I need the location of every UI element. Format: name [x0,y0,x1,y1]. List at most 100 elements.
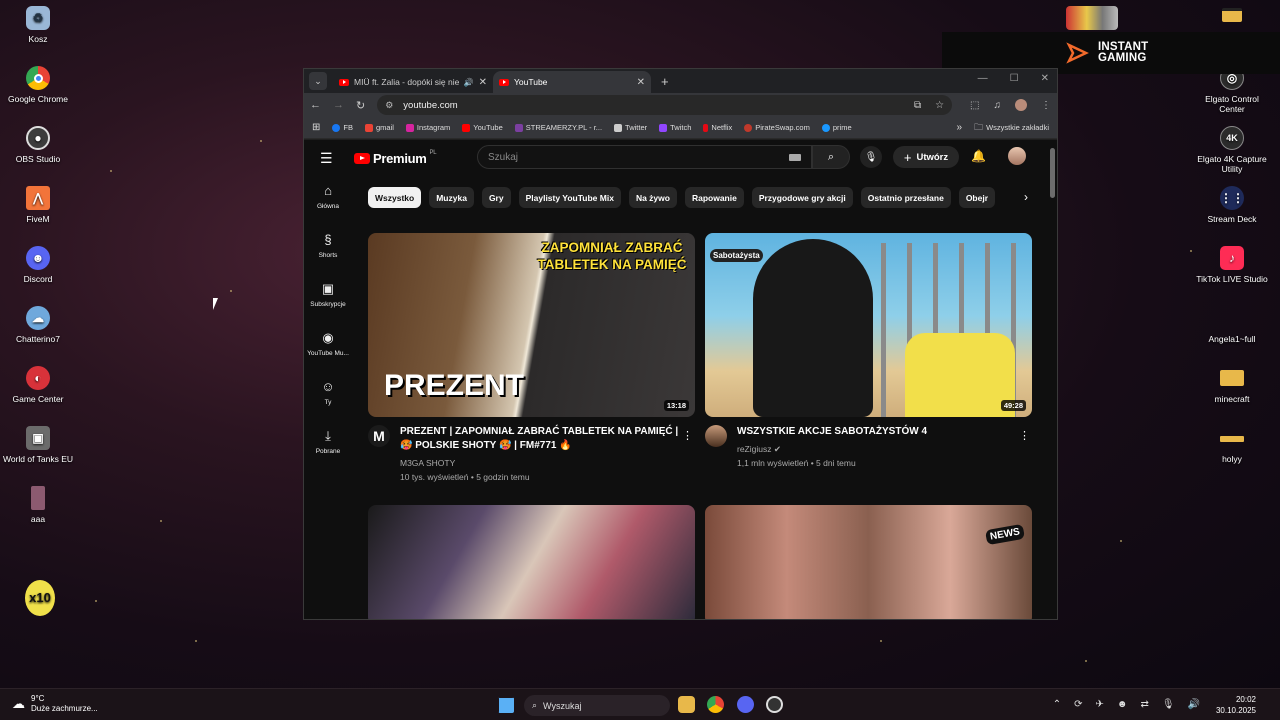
desktop-icon-angela[interactable]: Angela1~full [1194,306,1270,344]
desktop-icon-elgato-4k[interactable]: 4K Elgato 4K Capture Utility [1194,126,1270,174]
discord-tray-icon[interactable]: ☻ [1117,699,1128,710]
desktop-icon-chrome[interactable]: Google Chrome [0,66,76,104]
minimize-icon[interactable]: — [978,73,988,84]
tab-search-button[interactable]: ⌄ [309,72,327,90]
desktop-icon-holyy[interactable]: holyy [1194,426,1270,464]
create-button[interactable]: + Utwórz [893,146,959,168]
tray-expand-icon[interactable]: ⌃ [1053,699,1061,710]
bookmark-star-icon[interactable]: ☆ [935,100,944,111]
apps-grid-icon[interactable]: ⊞ [312,122,320,133]
clock[interactable]: 20:02 30.10.2025 [1216,694,1256,716]
maximize-icon[interactable]: ☐ [1010,73,1019,84]
desktop-icon-obs[interactable]: ● OBS Studio [0,126,76,164]
video-card[interactable]: Sabotażysta 49:28 WSZYSTKIE AKCJE SABOTA… [705,233,1032,470]
network-icon[interactable]: ⇄ [1140,699,1148,710]
chip-rap[interactable]: Rapowanie [684,187,744,208]
video-card[interactable] [368,505,695,619]
voice-search-button[interactable]: 🎙 [860,146,882,168]
chips-next-arrow-icon[interactable]: › [1024,190,1028,204]
desktop-icon-tiktok[interactable]: ♪ TikTok LIVE Studio [1194,246,1270,284]
search-button[interactable]: ⌕ [812,145,850,169]
chip-mix-playlists[interactable]: Playlisty YouTube Mix [518,187,621,208]
windows-start-icon[interactable] [498,697,514,713]
media-control-icon[interactable]: ♫ [994,100,1002,111]
pin-icon[interactable]: ✈ [1096,699,1104,710]
taskbar-search[interactable]: ⌕ Wyszukaj [524,695,670,716]
tab-miu[interactable]: MIÜ ft. Zalia - dopóki się nie... 🔊 ✕ [333,71,493,93]
microphone-icon[interactable]: 🎙 [1162,699,1175,710]
weather-widget[interactable]: ☁ 9°C Duże zachmurze... [12,694,98,714]
chip-live[interactable]: Na żywo [628,187,677,208]
file-explorer-icon[interactable] [678,696,695,713]
menu-hamburger-icon[interactable]: ☰ [320,150,340,167]
sidebar-item-shorts[interactable]: § Shorts [304,225,352,274]
desktop-icon-cards[interactable] [1066,6,1118,30]
chip-all[interactable]: Wszystko [368,187,422,208]
all-bookmarks-folder[interactable]: 🗀 Wszystkie zakładki [974,120,1049,136]
desktop-icon-x10[interactable]: x10 [2,580,78,620]
desktop-icon-chatterino[interactable]: ☁ Chatterino7 [0,306,76,344]
keyboard-icon[interactable] [789,153,801,161]
forward-icon[interactable]: → [333,99,344,111]
video-title[interactable]: PREZENT | ZAPOMNIAŁ ZABRAĆ TABLETEK NA P… [400,425,680,453]
channel-name[interactable]: reZigiusz ✔ [737,442,1017,456]
sidebar-item-you[interactable]: ☺ Ty [304,372,352,421]
video-thumbnail[interactable]: ZAPOMNIAŁ ZABRAĆ TABLETEK NA PAMIĘĆ PREZ… [368,233,695,417]
sidebar-item-subscriptions[interactable]: ▣ Subskrypcje [304,274,352,323]
video-card[interactable]: ZAPOMNIAŁ ZABRAĆ TABLETEK NA PAMIĘĆ PREZ… [368,233,695,484]
desktop-icon-wot[interactable]: ▣ World of Tanks EU [0,426,76,464]
sidebar-item-youtube-music[interactable]: ◉ YouTube Mu... [304,323,352,372]
bookmark-gmail[interactable]: gmail [364,123,394,132]
bookmark-fb[interactable]: FB [332,123,353,132]
close-window-icon[interactable]: ✕ [1041,73,1049,84]
search-input[interactable]: Szukaj [477,145,812,169]
back-icon[interactable]: ← [310,99,321,111]
desktop-icon-kosz[interactable]: ♻ Kosz [0,6,76,44]
video-card[interactable]: NEWS [705,505,1032,619]
account-avatar[interactable] [1008,147,1026,165]
channel-avatar[interactable]: M [368,425,390,447]
new-tab-button[interactable]: + [661,74,669,89]
desktop-icon-minecraft[interactable]: minecraft [1194,366,1270,404]
bookmark-streamerzy[interactable]: STREAMERZY.PL - r... [514,123,602,132]
bookmark-twitter[interactable]: Twitter [614,123,647,132]
speaker-icon[interactable]: 🔊 [464,78,474,87]
bookmark-pirateswap[interactable]: PirateSwap.com [744,123,810,132]
video-options-icon[interactable]: ⋮ [1019,429,1030,442]
browser-menu-icon[interactable]: ⋮ [1041,100,1051,111]
desktop-icon-stream-deck[interactable]: ⋮⋮ Stream Deck [1194,186,1270,224]
video-thumbnail[interactable]: Sabotażysta 49:28 [705,233,1032,417]
channel-avatar[interactable] [705,425,727,447]
channel-name[interactable]: M3GA SHOTY [400,456,680,470]
tab-youtube[interactable]: YouTube ✕ [493,71,651,93]
sync-icon[interactable]: ⟳ [1074,699,1082,710]
bookmark-instagram[interactable]: Instagram [405,123,450,132]
discord-taskbar-icon[interactable] [737,696,754,713]
chip-music[interactable]: Muzyka [429,187,474,208]
desktop-icon-aaa[interactable]: aaa [0,486,76,524]
video-thumbnail[interactable] [368,505,695,619]
desktop-icon-game-center[interactable]: ◐ Game Center [0,366,76,404]
speaker-icon[interactable]: 🔊 [1188,699,1200,710]
page-scrollbar[interactable] [1050,148,1055,198]
sidebar-item-home[interactable]: ⌂ Główna [304,176,352,225]
site-info-icon[interactable]: ⚙ [385,100,393,111]
extensions-icon[interactable]: ⬚ [970,100,979,111]
obs-taskbar-icon[interactable] [766,696,783,713]
video-thumbnail[interactable]: NEWS [705,505,1032,619]
desktop-folder-top[interactable] [1222,8,1242,22]
chip-watched[interactable]: Obejr [958,187,995,208]
more-bookmarks-icon[interactable]: » [956,122,962,133]
address-bar[interactable]: ⚙ youtube.com ⧉ ☆ [377,95,953,115]
profile-avatar[interactable] [1015,99,1027,111]
chip-action-adventure[interactable]: Przygodowe gry akcji [751,187,853,208]
sidebar-item-downloads[interactable]: ⤓ Pobrane [304,421,352,470]
install-app-icon[interactable]: ⧉ [914,100,921,111]
bookmark-youtube[interactable]: YouTube [462,123,503,132]
chip-recently-uploaded[interactable]: Ostatnio przesłane [860,187,951,208]
youtube-premium-logo[interactable]: Premium PL [354,150,437,166]
video-options-icon[interactable]: ⋮ [682,429,693,442]
video-title[interactable]: WSZYSTKIE AKCJE SABOTAŻYSTÓW 4 [737,425,1017,439]
desktop-icon-fivem[interactable]: ⋀ FiveM [0,186,76,224]
bookmark-twitch[interactable]: Twitch [659,123,691,132]
